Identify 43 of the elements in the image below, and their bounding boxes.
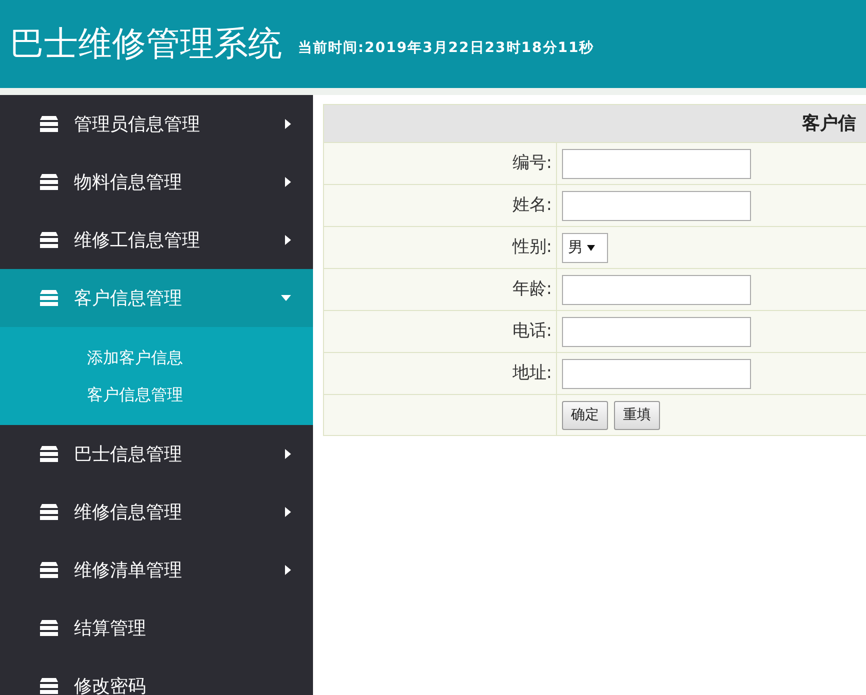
- app-title: 巴士维修管理系统: [10, 22, 282, 66]
- input-field[interactable]: [562, 148, 751, 178]
- sidebar-item[interactable]: 物料信息管理: [0, 153, 313, 211]
- stack-icon: [38, 678, 60, 694]
- input-field[interactable]: [562, 190, 751, 220]
- caret-down-icon: [587, 244, 595, 250]
- stack-icon: [38, 290, 60, 306]
- stack-icon: [38, 446, 60, 462]
- caret-down-icon: [281, 295, 291, 301]
- sidebar-item[interactable]: 维修清单管理: [0, 541, 313, 599]
- stack-icon: [38, 232, 60, 248]
- field-label: 性别:: [512, 236, 552, 259]
- caret-right-icon: [285, 119, 291, 129]
- field-label: 编号:: [512, 152, 552, 175]
- caret-right-icon: [285, 449, 291, 459]
- sidebar-item[interactable]: 维修工信息管理: [0, 211, 313, 269]
- stack-icon: [38, 562, 60, 578]
- sidebar-item[interactable]: 管理员信息管理: [0, 95, 313, 153]
- caret-right-icon: [285, 235, 291, 245]
- field-label: 地址:: [512, 362, 552, 385]
- input-field[interactable]: [562, 316, 751, 346]
- sidebar-item[interactable]: 修改密码: [0, 657, 313, 695]
- sidebar-item[interactable]: 维修信息管理: [0, 483, 313, 541]
- form-button[interactable]: 确定: [562, 400, 608, 430]
- stack-icon: [38, 504, 60, 520]
- stack-icon: [38, 174, 60, 190]
- caret-right-icon: [285, 177, 291, 187]
- current-time: 当前时间:2019年3月22日23时18分11秒: [298, 38, 594, 58]
- input-field[interactable]: [562, 358, 751, 388]
- gender-select[interactable]: 男: [562, 232, 608, 262]
- caret-right-icon: [285, 565, 291, 575]
- input-field[interactable]: [562, 274, 751, 304]
- stack-icon: [38, 620, 60, 636]
- field-label: 电话:: [512, 320, 552, 343]
- sidebar-item[interactable]: 巴士信息管理: [0, 425, 313, 483]
- form-button[interactable]: 重填: [614, 400, 660, 430]
- caret-right-icon: [285, 507, 291, 517]
- field-label: 姓名:: [512, 194, 552, 217]
- field-label: 年龄:: [512, 278, 552, 301]
- stack-icon: [38, 116, 60, 132]
- sidebar-item[interactable]: 结算管理: [0, 599, 313, 657]
- sidebar-item[interactable]: 客户信息管理: [0, 269, 313, 327]
- form-title: 客户信: [802, 112, 856, 136]
